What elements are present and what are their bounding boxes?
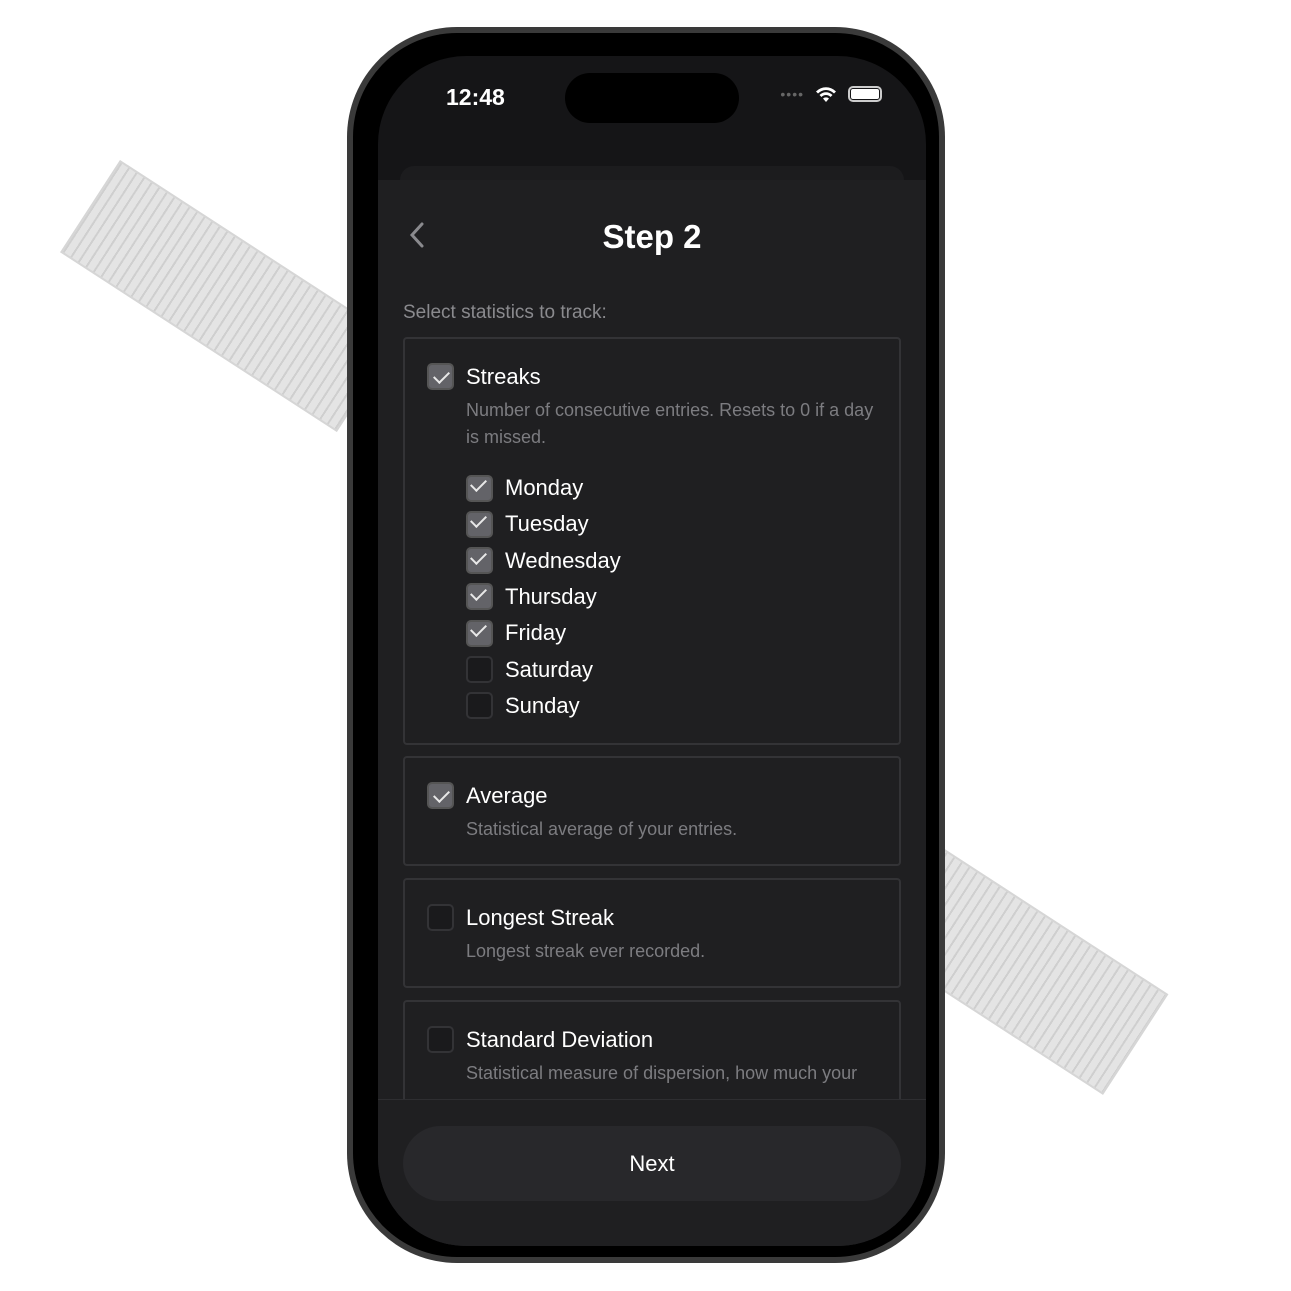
prompt-label: Select statistics to track: [403,302,607,323]
day-option-friday[interactable]: Friday [466,618,566,648]
screen: 12:48 •••• Step 2 Select statistics to t… [378,56,926,1246]
phone-frame: 12:48 •••• Step 2 Select statistics to t… [347,27,945,1263]
day-checkbox[interactable] [466,547,493,575]
day-option-sunday[interactable]: Sunday [466,691,580,721]
stat-description: Longest streak ever recorded. [466,941,706,961]
stat-title: Longest Streak [466,905,614,930]
day-label: Friday [505,620,567,646]
day-checkbox[interactable] [466,583,493,611]
signal-dots-icon: •••• [780,86,804,102]
stat-description: Number of consecutive entries. Resets to… [466,400,874,447]
stat-card-streaks: Streaks Number of consecutive entries. R… [403,337,901,745]
step-sheet: Step 2 Select statistics to track: Strea… [378,180,926,1246]
day-checkbox[interactable] [466,619,493,647]
stat-description: Statistical measure of dispersion, how m… [466,1063,858,1083]
day-option-monday[interactable]: Monday [466,473,583,503]
stat-card-longest-streak: Longest Streak Longest streak ever recor… [403,878,901,988]
next-button[interactable]: Next [403,1126,901,1201]
day-label: Monday [505,475,584,500]
stat-description: Statistical average of your entries. [466,819,738,839]
dynamic-island [565,73,739,123]
battery-icon [848,86,882,102]
day-checkbox[interactable] [466,474,493,502]
stat-checkbox[interactable] [427,782,454,809]
page-title: Step 2 [602,218,702,255]
day-checkbox[interactable] [466,692,493,720]
day-option-thursday[interactable]: Thursday [466,582,597,612]
day-option-wednesday[interactable]: Wednesday [466,546,621,576]
day-option-tuesday[interactable]: Tuesday [466,509,589,539]
day-option-saturday[interactable]: Saturday [466,655,593,685]
stat-title: Average [466,783,548,808]
wifi-icon [816,87,836,102]
day-label: Thursday [505,583,597,609]
status-time: 12:48 [446,84,505,110]
day-label: Tuesday [505,511,589,537]
day-checkbox[interactable] [466,510,493,538]
stat-title: Standard Deviation [466,1027,654,1052]
stat-checkbox[interactable] [427,363,454,390]
day-label: Saturday [505,656,594,682]
day-label: Wednesday [505,547,621,573]
stat-checkbox[interactable] [427,1026,454,1053]
day-checkbox[interactable] [466,656,493,683]
stat-card-average: Average Statistical average of your entr… [403,756,901,866]
footer: Next [378,1099,926,1246]
stat-checkbox[interactable] [427,904,454,931]
day-label: Sunday [505,692,580,718]
stat-title: Streaks [466,364,541,389]
